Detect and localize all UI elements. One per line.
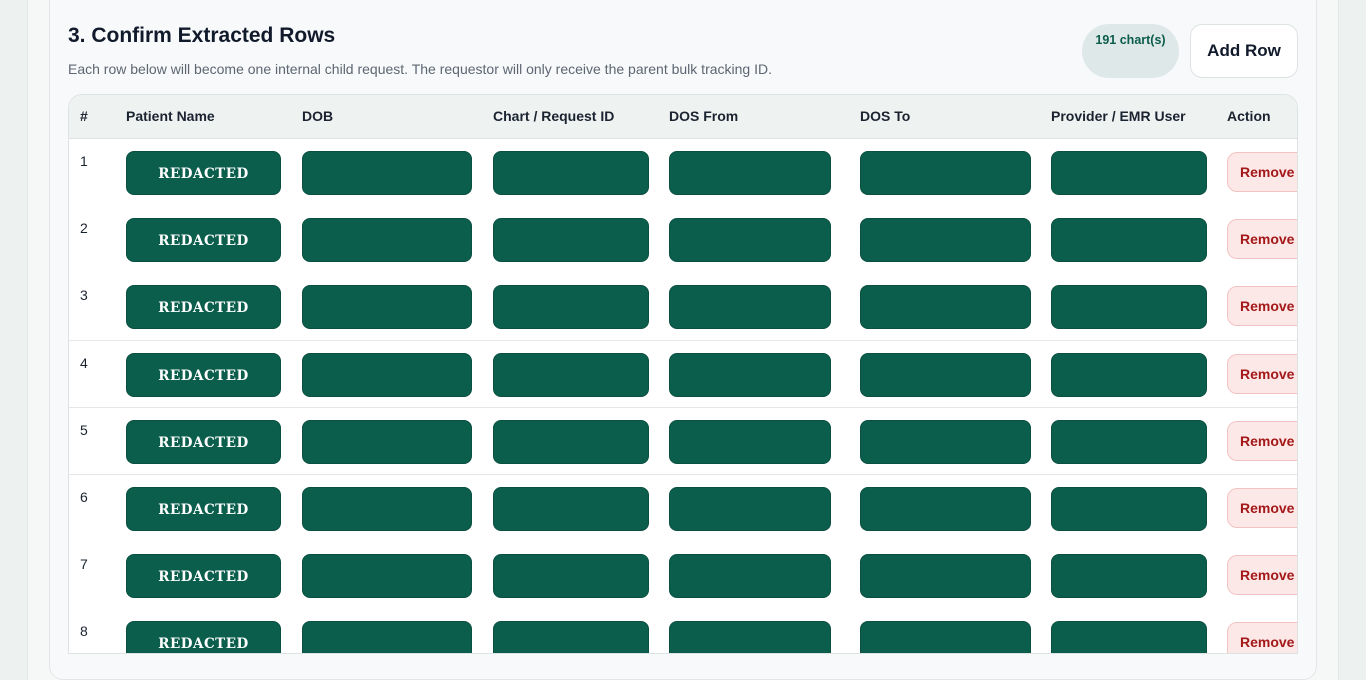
row-number: 5	[80, 421, 88, 438]
dos-from-field[interactable]	[669, 352, 831, 397]
row-number: 7	[80, 556, 88, 573]
patient-name-field[interactable]: REDACTED	[126, 554, 281, 599]
chart-request-id-field[interactable]	[493, 218, 649, 263]
chart-request-id-field[interactable]	[493, 151, 649, 195]
chart-request-id-field[interactable]	[493, 487, 649, 531]
dos-from-field[interactable]	[669, 218, 831, 263]
column-header-chart-request-id: Chart / Request ID	[493, 108, 615, 124]
column-header-number: #	[80, 108, 88, 124]
row-number: 6	[80, 489, 88, 505]
patient-name-field[interactable]: REDACTED	[126, 218, 281, 263]
remove-row-button[interactable]: Remove	[1227, 152, 1297, 192]
table-row: 2 REDACTED Remove	[69, 206, 1297, 274]
dos-to-field[interactable]	[860, 621, 1031, 653]
table-row: 7 REDACTED Remove	[69, 542, 1297, 610]
column-header-dob: DOB	[302, 108, 334, 124]
row-number: 8	[80, 623, 88, 640]
dos-from-field[interactable]	[669, 487, 831, 531]
chart-request-id-field[interactable]	[493, 621, 649, 653]
table-header: # Patient Name DOB Chart / Request ID DO…	[69, 95, 1297, 139]
section-title: 3. Confirm Extracted Rows	[68, 24, 336, 47]
dob-field[interactable]	[302, 419, 472, 464]
dos-to-field[interactable]	[860, 487, 1031, 531]
provider-emr-user-field[interactable]	[1051, 285, 1207, 330]
column-header-patient-name: Patient Name	[126, 108, 215, 124]
remove-row-button[interactable]: Remove	[1227, 286, 1297, 327]
dos-from-field[interactable]	[669, 554, 831, 599]
dos-to-field[interactable]	[860, 352, 1031, 397]
row-number: 3	[80, 287, 88, 304]
patient-name-field[interactable]: REDACTED	[126, 151, 281, 195]
row-number: 4	[80, 354, 88, 371]
table-row: 4 REDACTED Remove	[69, 340, 1297, 409]
dos-to-field[interactable]	[860, 554, 1031, 599]
dos-from-field[interactable]	[669, 621, 831, 653]
provider-emr-user-field[interactable]	[1051, 218, 1207, 263]
provider-emr-user-field[interactable]	[1051, 487, 1207, 531]
patient-name-field[interactable]: REDACTED	[126, 419, 281, 464]
dob-field[interactable]	[302, 151, 472, 195]
row-number: 1	[80, 153, 88, 169]
dos-from-field[interactable]	[669, 151, 831, 195]
patient-name-field[interactable]: REDACTED	[126, 621, 281, 653]
extracted-rows-table: # Patient Name DOB Chart / Request ID DO…	[68, 94, 1298, 654]
remove-row-button[interactable]: Remove	[1227, 622, 1297, 653]
remove-row-button[interactable]: Remove	[1227, 488, 1297, 528]
dob-field[interactable]	[302, 285, 472, 330]
dob-field[interactable]	[302, 621, 472, 653]
dos-from-field[interactable]	[669, 419, 831, 464]
column-header-dos-from: DOS From	[669, 108, 739, 124]
provider-emr-user-field[interactable]	[1051, 621, 1207, 653]
chart-request-id-field[interactable]	[493, 285, 649, 330]
table-row: 8 REDACTED Remove	[69, 609, 1297, 653]
chart-request-id-field[interactable]	[493, 554, 649, 599]
column-header-action: Action	[1227, 108, 1271, 124]
section-subtitle: Each row below will become one internal …	[68, 61, 772, 77]
table-row: 1 REDACTED Remove	[69, 139, 1297, 207]
dos-to-field[interactable]	[860, 151, 1031, 195]
dob-field[interactable]	[302, 487, 472, 531]
column-header-provider-emr-user: Provider / EMR User	[1051, 108, 1186, 124]
patient-name-field[interactable]: REDACTED	[126, 487, 281, 531]
chart-request-id-field[interactable]	[493, 419, 649, 464]
patient-name-field[interactable]: REDACTED	[126, 285, 281, 330]
dob-field[interactable]	[302, 554, 472, 599]
dos-to-field[interactable]	[860, 419, 1031, 464]
patient-name-field[interactable]: REDACTED	[126, 352, 281, 397]
dob-field[interactable]	[302, 218, 472, 263]
provider-emr-user-field[interactable]	[1051, 352, 1207, 397]
chart-count-badge: 191 chart(s)	[1082, 24, 1179, 78]
dos-from-field[interactable]	[669, 285, 831, 330]
provider-emr-user-field[interactable]	[1051, 419, 1207, 464]
add-row-button[interactable]: Add Row	[1190, 24, 1298, 78]
table-row: 6 REDACTED Remove	[69, 475, 1297, 543]
remove-row-button[interactable]: Remove	[1227, 555, 1297, 596]
provider-emr-user-field[interactable]	[1051, 554, 1207, 599]
chart-request-id-field[interactable]	[493, 352, 649, 397]
remove-row-button[interactable]: Remove	[1227, 420, 1297, 461]
row-number: 2	[80, 220, 88, 237]
table-row: 3 REDACTED Remove	[69, 273, 1297, 341]
table-row: 5 REDACTED Remove	[69, 407, 1297, 476]
column-header-dos-to: DOS To	[860, 108, 911, 124]
remove-row-button[interactable]: Remove	[1227, 353, 1297, 394]
dob-field[interactable]	[302, 352, 472, 397]
dos-to-field[interactable]	[860, 218, 1031, 263]
dos-to-field[interactable]	[860, 285, 1031, 330]
provider-emr-user-field[interactable]	[1051, 151, 1207, 195]
remove-row-button[interactable]: Remove	[1227, 219, 1297, 260]
